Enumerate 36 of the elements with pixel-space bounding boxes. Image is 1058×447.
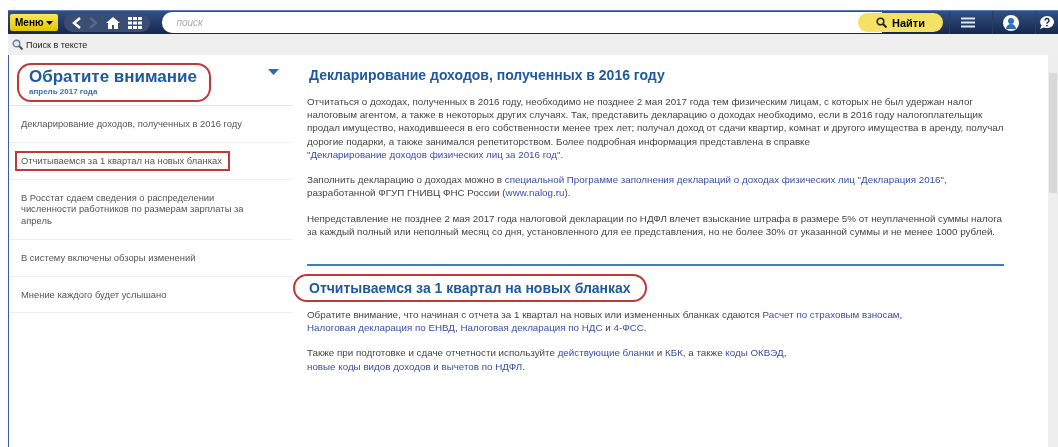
paragraph: Непредставление не позднее 2 мая 2017 года налоговой декларации по НДФЛ влечет взыскание штрафа в размере 5% от неуплаченной суммы налога за каждый полный или неполный месяц со дня, установленного для ее представления, но не более 30% от указанной суммы и не менее 1000 рублей. <box>307 211 1003 238</box>
paragraph: Отчитаться о доходах, полученных в 2016 году, необходимо не позднее 2 мая 2017 года тем физическим лицам, с которых не был удержан налог налоговым агентом, а также в некоторых других случаях. Так, представить декларацию о доходах необходимо, если в 2016 году налогоплательщик продал имущество, находившееся в его собственности менее трех лет; получал доход от сдачи квартир, комнат и другого имущества в аренду, получал дорогие подарки, а также занимался репетиторством. Более подробная информация представлена в справке "Декларирование доходов физических лиц за 2016 год". <box>307 95 1004 162</box>
paragraph: Обратите внимание, что начиная с отчета за 1 квартал на новых или измененных бланках сдаются Расчет по страховым взносам, Налоговая декларация по ЕНВД, Налоговая декларация по НДС и 4-ФСС. <box>307 307 904 335</box>
link[interactable]: 4-ФСС <box>613 322 644 334</box>
sidebar-item[interactable]: В Росстат сдаем сведения о распределении численности работников по размерам зарплаты за апрель <box>15 187 253 231</box>
link[interactable]: специальной Программе заполнения деклараций о доходах физических лиц "Декларация 2016" <box>504 174 945 186</box>
sidebar-item[interactable]: Отчитываемся за 1 квартал на новых бланках <box>15 150 230 171</box>
text-search-link[interactable]: Поиск в тексте <box>26 39 88 50</box>
search-icon[interactable] <box>12 39 23 50</box>
caret-icon <box>46 20 54 25</box>
back-icon[interactable] <box>72 16 82 29</box>
dropdown-icon[interactable] <box>268 69 279 75</box>
scrollbar-thumb[interactable] <box>1049 73 1057 193</box>
sidebar-item[interactable]: Декларирование доходов, полученных в 2016 году <box>15 114 250 134</box>
link[interactable]: Расчет по страховым взносам <box>762 308 900 320</box>
link[interactable]: "Декларирование доходов физических лиц за 2016 год" <box>307 148 561 160</box>
user-icon[interactable] <box>1003 14 1019 31</box>
paragraph: Заполнить декларацию о доходах можно в специальной Программе заполнения деклараций о доходах физических лиц "Декларация 2016", разработанной ФГУП ГНИВЦ ФНС России (www.nalog.ru). <box>307 173 948 200</box>
link[interactable]: Налоговая декларация по ЕНВД <box>307 322 455 334</box>
paragraph: Также при подготовке и сдаче отчетности используйте действующие бланки и КБК, а также коды ОКВЭД, новые коды видов доходов и вычетов по НДФЛ. <box>307 346 788 373</box>
sidebar-item[interactable]: Мнение каждого будет услышано <box>15 284 175 305</box>
menu-button[interactable]: Меню <box>10 14 59 31</box>
grid-icon[interactable] <box>128 16 143 29</box>
link[interactable]: КБК <box>665 347 683 359</box>
sidebar-item[interactable]: В систему включены обзоры изменений <box>15 247 204 268</box>
link[interactable]: Налоговая декларация по НДС <box>460 322 603 334</box>
article-title: Отчитываемся за 1 квартал на новых бланках <box>293 273 647 302</box>
sidebar-title: Обратите внимание <box>29 67 197 87</box>
link[interactable]: действующие бланки <box>557 347 655 359</box>
search-field[interactable]: поиск <box>162 12 882 33</box>
link[interactable]: коды ОКВЭД <box>725 347 784 359</box>
home-icon[interactable] <box>106 16 121 29</box>
help-icon[interactable] <box>1039 14 1055 31</box>
article-title: Декларирование доходов, полученных в 2016 году <box>308 66 666 85</box>
sidebar-subtitle: апрель 2017 года <box>29 87 99 96</box>
menu-icon[interactable] <box>961 17 975 28</box>
